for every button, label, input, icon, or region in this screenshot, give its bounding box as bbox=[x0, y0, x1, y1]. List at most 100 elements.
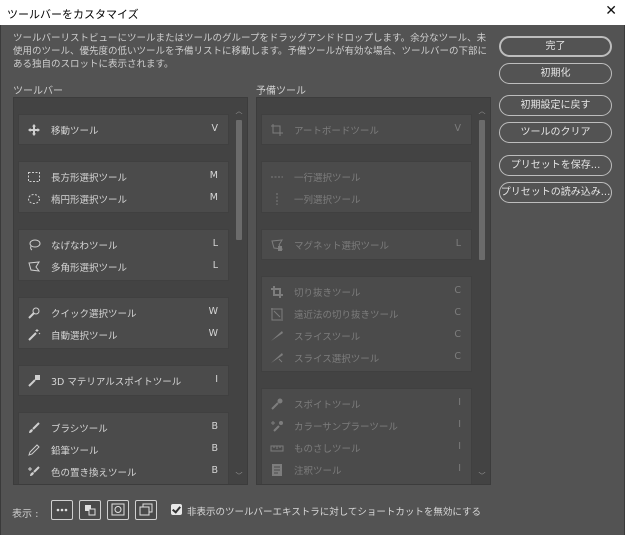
tool-shortcut: L bbox=[212, 260, 218, 271]
tool-perspective-crop[interactable]: 遠近法の切り抜きツール C bbox=[262, 303, 471, 325]
tool-note[interactable]: 注釈ツール I bbox=[262, 459, 471, 481]
tool-color-sampler[interactable]: カラーサンプラーツール I bbox=[262, 415, 471, 437]
tool-group[interactable]: ブラシツール B 鉛筆ツール B 色の置き換えツール B bbox=[18, 412, 229, 484]
tool-shortcut: I bbox=[215, 374, 218, 385]
tool-shortcut: W bbox=[208, 328, 218, 339]
lasso-icon bbox=[27, 238, 41, 252]
tool-brush[interactable]: ブラシツール B bbox=[19, 417, 228, 439]
save-preset-button[interactable]: プリセットを保存... bbox=[499, 155, 612, 176]
tool-label: カラーサンプラーツール bbox=[294, 422, 398, 433]
tool-slice[interactable]: スライスツール C bbox=[262, 325, 471, 347]
tool-label: 色の置き換えツール bbox=[51, 468, 137, 479]
tool-shortcut: B bbox=[211, 443, 218, 454]
reset-button[interactable]: 初期化 bbox=[499, 63, 612, 84]
tool-shortcut: M bbox=[209, 170, 218, 181]
tool-eyedropper[interactable]: スポイトツール I bbox=[262, 393, 471, 415]
tool-label: ブラシツール bbox=[51, 424, 108, 435]
reserve-list[interactable]: アートボードツール V 一行選択ツール 一列選択ツール マグネット選択ツール L… bbox=[256, 97, 491, 485]
tool-move[interactable]: 移動ツール V bbox=[19, 119, 228, 141]
tool-shortcut: M bbox=[209, 192, 218, 203]
quick-mask-icon bbox=[111, 503, 125, 516]
tool-polygon-lasso[interactable]: 多角形選択ツール L bbox=[19, 256, 228, 278]
slice-icon bbox=[270, 329, 284, 343]
tool-lasso[interactable]: なげなわツール L bbox=[19, 234, 228, 256]
pencil-icon bbox=[27, 443, 41, 457]
tool-group[interactable]: アートボードツール V bbox=[261, 114, 472, 145]
tool-group[interactable]: 切り抜きツール C 遠近法の切り抜きツール C スライスツール C スライス選択… bbox=[261, 276, 472, 372]
disable-shortcuts-label: 非表示のツールバーエキストラに対してショートカットを無効にする bbox=[187, 507, 482, 518]
screen-mode-toggle[interactable] bbox=[135, 500, 157, 520]
tool-group[interactable]: スポイトツール I カラーサンプラーツール I ものさしツール I 注釈ツール … bbox=[261, 388, 472, 484]
title-bar: ツールバーをカスタマイズ ✕ bbox=[0, 0, 625, 25]
disable-shortcuts-checkbox[interactable] bbox=[171, 504, 182, 515]
tool-group[interactable]: 長方形選択ツール M 楕円形選択ツール M bbox=[18, 161, 229, 213]
tool-shortcut: L bbox=[455, 238, 461, 249]
reserve-label: 予備ツール bbox=[256, 86, 306, 97]
tool-magic-wand[interactable]: 自動選択ツール W bbox=[19, 324, 228, 346]
tool-quick-select[interactable]: クイック選択ツール W bbox=[19, 302, 228, 324]
scroll-thumb[interactable] bbox=[236, 120, 242, 240]
scroll-down-icon[interactable]: ﹀ bbox=[477, 471, 487, 481]
tool-group[interactable]: なげなわツール L 多角形選択ツール L bbox=[18, 229, 229, 281]
tool-label: ものさしツール bbox=[294, 444, 361, 455]
tool-rect-marquee[interactable]: 長方形選択ツール M bbox=[19, 166, 228, 188]
tool-label: スライス選択ツール bbox=[294, 354, 380, 365]
load-preset-button[interactable]: プリセットの読み込み... bbox=[499, 182, 612, 203]
tool-artboard[interactable]: アートボードツール V bbox=[262, 119, 471, 141]
reserve-scrollbar[interactable]: ︿ ﹀ bbox=[477, 106, 487, 481]
description: ツールバーリストビューにツールまたはツールのグループをドラッグアンドドロップしま… bbox=[13, 33, 488, 70]
tool-shortcut: I bbox=[458, 463, 461, 474]
scroll-up-icon[interactable]: ︿ bbox=[234, 106, 244, 116]
quick-mask-toggle[interactable] bbox=[107, 500, 129, 520]
tool-label: スポイトツール bbox=[294, 400, 361, 411]
single-column-icon bbox=[270, 192, 284, 206]
tool-group[interactable]: 一行選択ツール 一列選択ツール bbox=[261, 161, 472, 213]
single-row-icon bbox=[270, 170, 284, 184]
tool-crop[interactable]: 切り抜きツール C bbox=[262, 281, 471, 303]
toolbar-list[interactable]: 移動ツール V 長方形選択ツール M 楕円形選択ツール M なげなわツール L … bbox=[13, 97, 248, 485]
tool-slice-select[interactable]: スライス選択ツール C bbox=[262, 347, 471, 369]
tool-shortcut: V bbox=[211, 123, 219, 134]
perspective-crop-icon bbox=[270, 307, 284, 321]
brush-icon bbox=[27, 421, 41, 435]
tool-pencil[interactable]: 鉛筆ツール B bbox=[19, 439, 228, 461]
tool-label: 一列選択ツール bbox=[294, 195, 361, 206]
rect-marquee-icon bbox=[27, 170, 41, 184]
tool-group[interactable]: 移動ツール V bbox=[18, 114, 229, 145]
tool-color-replace[interactable]: 色の置き換えツール B bbox=[19, 461, 228, 483]
more-toggle[interactable] bbox=[51, 500, 73, 520]
scroll-down-icon[interactable]: ﹀ bbox=[234, 471, 244, 481]
tool-shortcut: C bbox=[454, 307, 461, 318]
scroll-thumb[interactable] bbox=[479, 120, 485, 260]
tool-label: 鉛筆ツール bbox=[51, 446, 99, 457]
color-sampler-icon bbox=[270, 419, 284, 433]
tool-label: なげなわツール bbox=[51, 241, 118, 252]
tool-single-row[interactable]: 一行選択ツール bbox=[262, 166, 471, 188]
scroll-up-icon[interactable]: ︿ bbox=[477, 106, 487, 116]
tool-3d-eyedropper[interactable]: 3D マテリアルスポイトツール I bbox=[19, 370, 228, 392]
close-icon[interactable]: ✕ bbox=[605, 3, 617, 19]
toolbar-label: ツールバー bbox=[13, 86, 63, 97]
window-title: ツールバーをカスタマイズ bbox=[7, 8, 139, 21]
polygon-lasso-icon bbox=[27, 260, 41, 274]
toolbar-scrollbar[interactable]: ︿ ﹀ bbox=[234, 106, 244, 481]
tool-single-column[interactable]: 一列選択ツール bbox=[262, 188, 471, 210]
tool-ellipse-marquee[interactable]: 楕円形選択ツール M bbox=[19, 188, 228, 210]
tool-group[interactable]: 3D マテリアルスポイトツール I bbox=[18, 365, 229, 396]
tool-shortcut: L bbox=[212, 238, 218, 249]
slice-select-icon bbox=[270, 351, 284, 365]
tool-group[interactable]: クイック選択ツール W 自動選択ツール W bbox=[18, 297, 229, 349]
tool-ruler[interactable]: ものさしツール I bbox=[262, 437, 471, 459]
color-replace-icon bbox=[27, 465, 41, 479]
tool-group[interactable]: マグネット選択ツール L bbox=[261, 229, 472, 260]
show-label: 表示 : bbox=[12, 509, 39, 520]
tool-label: アートボードツール bbox=[294, 126, 379, 137]
restore-defaults-button[interactable]: 初期設定に戻す bbox=[499, 95, 612, 116]
colors-toggle[interactable] bbox=[79, 500, 101, 520]
tool-label: 長方形選択ツール bbox=[51, 173, 128, 184]
note-icon bbox=[270, 463, 284, 477]
tool-label: 遠近法の切り抜きツール bbox=[294, 310, 399, 321]
done-button[interactable]: 完了 bbox=[499, 36, 612, 57]
clear-tools-button[interactable]: ツールのクリア bbox=[499, 122, 612, 143]
tool-magnetic-lasso[interactable]: マグネット選択ツール L bbox=[262, 234, 471, 256]
